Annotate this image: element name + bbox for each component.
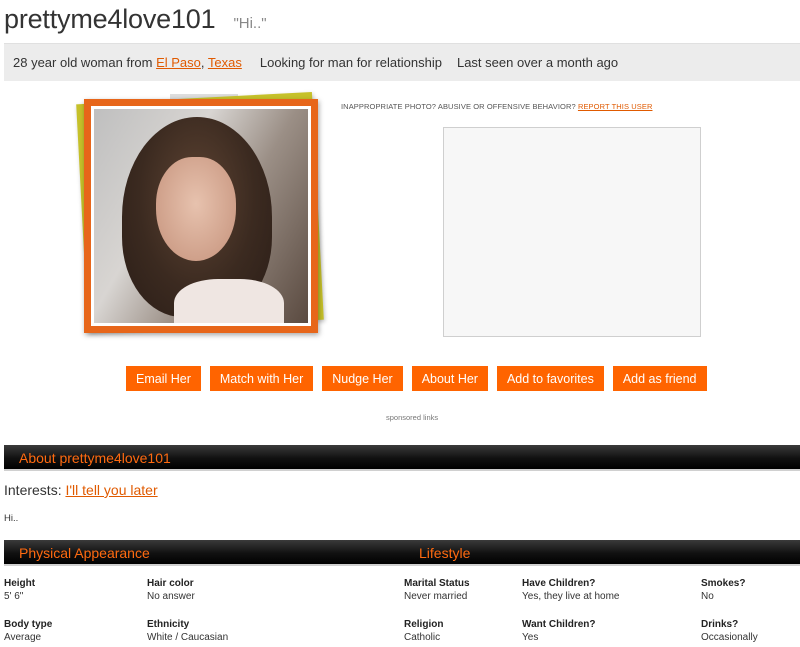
attr-body-type: Body type Average xyxy=(4,618,52,644)
profile-photo[interactable] xyxy=(76,91,336,352)
attr-value: Catholic xyxy=(404,632,441,643)
profile-info-bar: 28 year old woman from El Paso, Texas Lo… xyxy=(4,43,800,81)
attr-religion: Religion Catholic xyxy=(404,618,443,644)
attr-want-children: Want Children? Yes xyxy=(522,618,596,644)
attr-height: Height 5' 6" xyxy=(4,577,35,603)
report-user-link[interactable]: REPORT THIS USER xyxy=(578,102,653,111)
add-to-favorites-button[interactable]: Add to favorites xyxy=(496,366,604,391)
about-text: Hi.. xyxy=(4,513,19,524)
report-text: INAPPROPRIATE PHOTO? ABUSIVE OR OFFENSIV… xyxy=(341,102,578,111)
attr-smokes: Smokes? No xyxy=(701,577,745,603)
ad-placeholder xyxy=(443,127,701,337)
attr-label: Marital Status xyxy=(404,578,470,589)
attr-value: No answer xyxy=(147,591,195,602)
about-her-button[interactable]: About Her xyxy=(411,366,488,391)
about-section-title: About prettyme4love101 xyxy=(19,450,171,466)
attr-value: Average xyxy=(4,632,42,643)
profile-photo-image[interactable] xyxy=(94,109,308,323)
intro-text: 28 year old woman from xyxy=(13,55,157,70)
attr-label: Religion xyxy=(404,619,444,630)
physical-appearance-title: Physical Appearance xyxy=(19,545,150,561)
attr-label: Ethnicity xyxy=(147,619,190,630)
attr-value: White / Caucasian xyxy=(147,632,229,643)
location-text: 28 year old woman from El Paso, Texas xyxy=(13,55,242,70)
attr-label: Hair color xyxy=(147,578,194,589)
attr-value: Never married xyxy=(404,591,468,602)
attr-ethnicity: Ethnicity White / Caucasian xyxy=(147,618,228,644)
attr-label: Drinks? xyxy=(701,619,739,630)
profile-header: prettyme4love101 "Hi.." xyxy=(4,4,267,40)
profile-username: prettyme4love101 xyxy=(4,4,216,34)
state-link[interactable]: Texas xyxy=(208,55,242,70)
photo-shirt xyxy=(174,279,284,323)
add-as-friend-button[interactable]: Add as friend xyxy=(612,366,707,391)
attr-label: Want Children? xyxy=(522,619,596,630)
photo-mat xyxy=(91,106,311,326)
last-seen-text: Last seen over a month ago xyxy=(456,55,619,70)
attr-label: Body type xyxy=(4,619,53,630)
profile-tagline: "Hi.." xyxy=(233,15,267,32)
attr-drinks: Drinks? Occasionally xyxy=(701,618,758,644)
match-with-her-button[interactable]: Match with Her xyxy=(209,366,314,391)
sponsored-links-label: sponsored links xyxy=(386,413,439,422)
about-section-header: About prettyme4love101 xyxy=(4,445,800,471)
details-section-header: Physical Appearance Lifestyle xyxy=(4,540,800,566)
attr-value: Occasionally xyxy=(701,632,758,643)
looking-for-text: Looking for man for relationship xyxy=(259,55,442,70)
attr-value: Yes xyxy=(522,632,539,643)
action-buttons: Email Her Match with Her Nudge Her About… xyxy=(126,366,707,391)
interests-label: Interests: xyxy=(4,482,66,498)
comma-text: , xyxy=(200,55,208,70)
attr-value: 5' 6" xyxy=(4,591,24,602)
attr-value: No xyxy=(701,591,714,602)
interests-link[interactable]: I'll tell you later xyxy=(65,482,157,498)
attr-label: Have Children? xyxy=(522,578,596,589)
photo-face xyxy=(156,157,236,261)
city-link[interactable]: El Paso xyxy=(156,55,201,70)
nudge-her-button[interactable]: Nudge Her xyxy=(322,366,403,391)
attr-value: Yes, they live at home xyxy=(522,591,620,602)
attr-label: Height xyxy=(4,578,36,589)
attr-label: Smokes? xyxy=(701,578,746,589)
photo-frame xyxy=(84,99,318,333)
report-line: INAPPROPRIATE PHOTO? ABUSIVE OR OFFENSIV… xyxy=(341,102,652,111)
lifestyle-title: Lifestyle xyxy=(419,545,471,561)
email-her-button[interactable]: Email Her xyxy=(126,366,201,391)
interests-line: Interests: I'll tell you later xyxy=(4,482,158,498)
attr-marital-status: Marital Status Never married xyxy=(404,577,470,603)
attr-have-children: Have Children? Yes, they live at home xyxy=(522,577,619,603)
attr-hair-color: Hair color No answer xyxy=(147,577,195,603)
